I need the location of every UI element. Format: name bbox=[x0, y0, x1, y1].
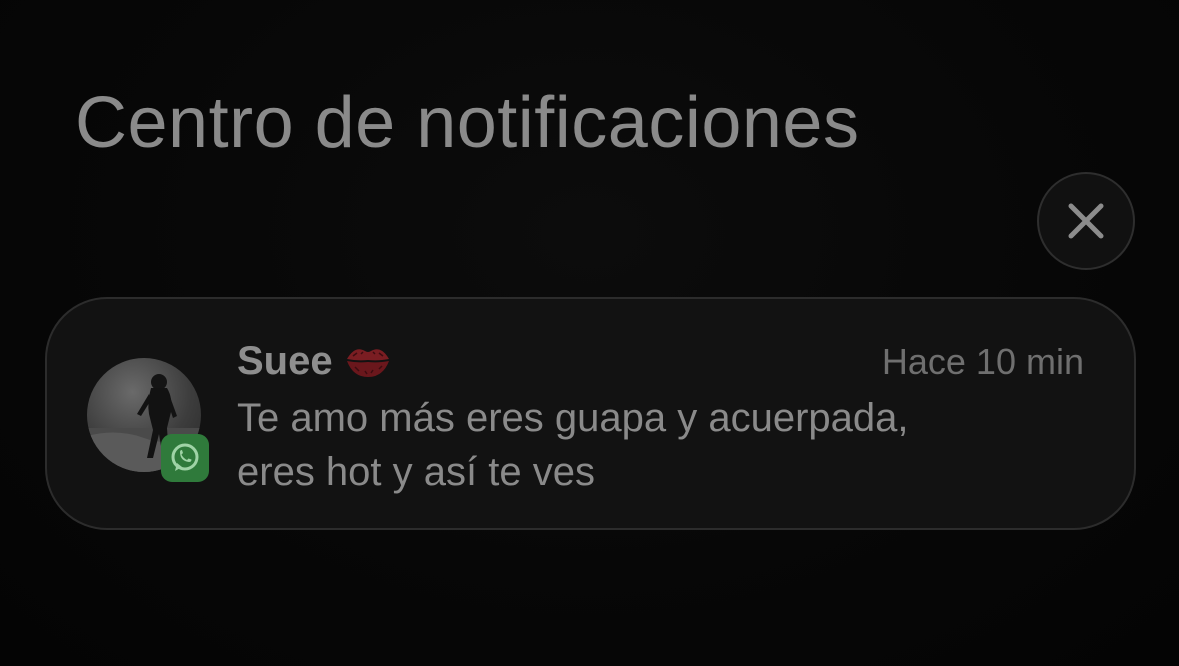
kiss-mark-icon bbox=[346, 349, 389, 377]
notification-card[interactable]: Suee Hace 10 min Te amo más eres guapa y… bbox=[45, 297, 1136, 530]
whatsapp-icon bbox=[171, 443, 199, 471]
notification-message: Te amo más eres guapa y acuerpada, eres … bbox=[237, 391, 1097, 499]
message-line: Te amo más eres guapa y acuerpada, bbox=[237, 396, 909, 440]
notification-time: Hace 10 min bbox=[881, 341, 1084, 382]
close-button[interactable] bbox=[1037, 172, 1135, 270]
notification-center-screen: Centro de notificaciones Suee Hace 10 mi… bbox=[0, 0, 1179, 666]
sender-row: Suee bbox=[237, 337, 393, 385]
whatsapp-badge bbox=[161, 434, 209, 482]
sender-name: Suee bbox=[237, 339, 333, 383]
page-title: Centro de notificaciones bbox=[75, 83, 860, 163]
message-line: eres hot y así te ves bbox=[237, 450, 595, 494]
close-icon bbox=[1068, 203, 1104, 239]
